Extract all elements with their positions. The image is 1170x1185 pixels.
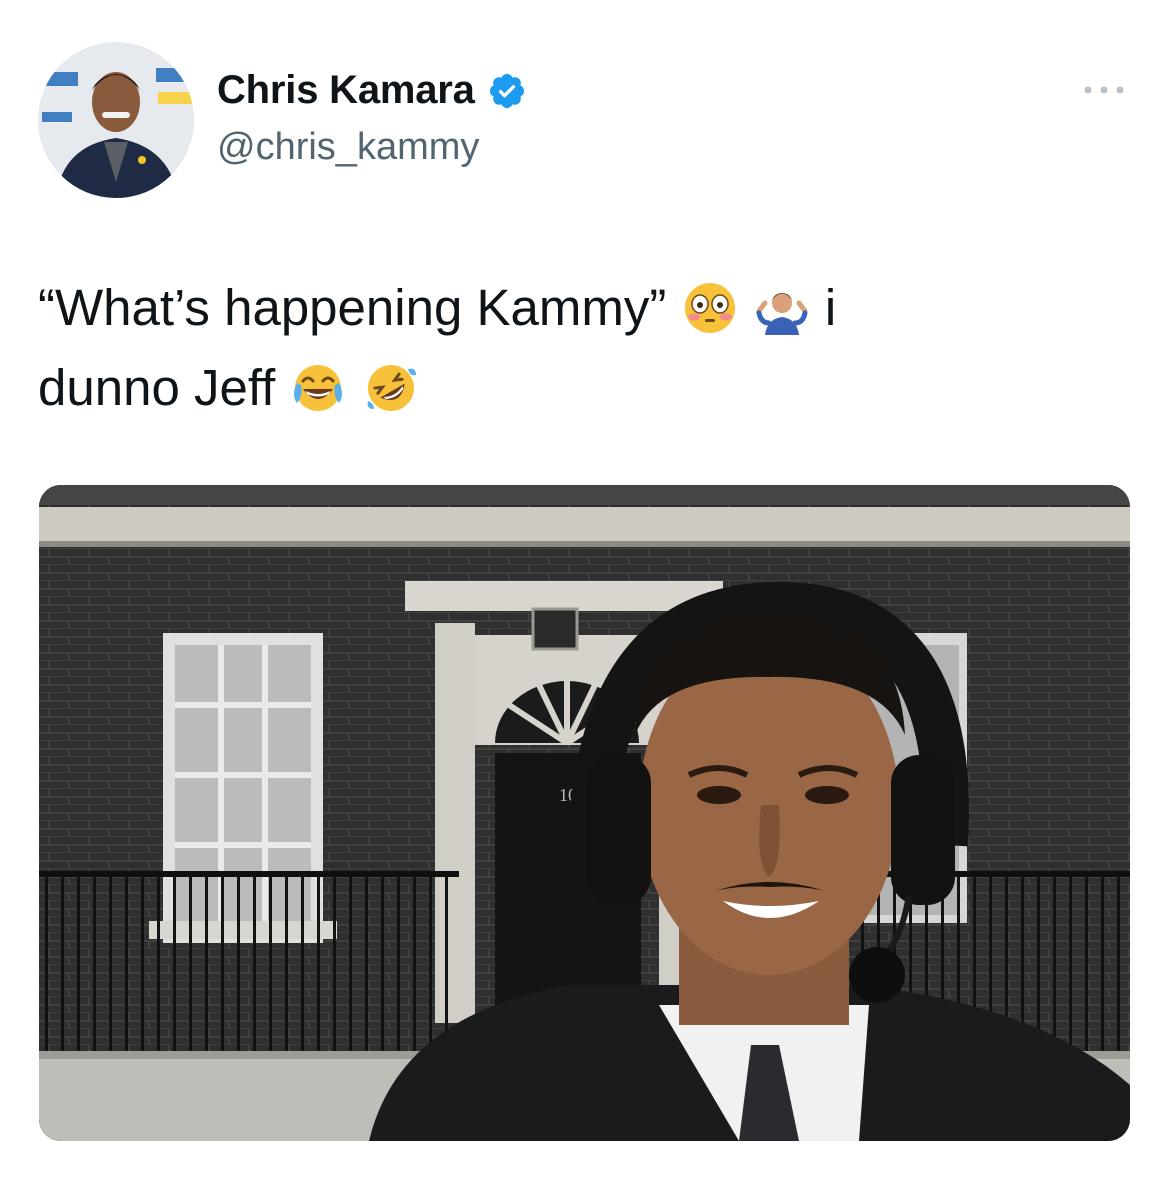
rolling-on-the-floor-laughing-icon [367,365,416,411]
verified-badge-icon [489,73,524,108]
author-handle[interactable]: @chris_kammy [217,126,479,169]
tweet-text-line1: “What’s happening Kammy” [38,279,667,336]
tweet-text-line2: dunno Jeff [38,359,276,416]
face-with-tears-of-joy-icon [294,365,343,411]
avatar[interactable] [38,42,194,198]
display-name[interactable]: Chris Kamara [217,68,475,113]
tweet-text: “What’s happening Kammy” i dunno Jeff [38,268,1128,428]
author-name-row[interactable]: Chris Kamara [217,68,527,113]
tweet-card: Chris Kamara @chris_kammy “What’s happen… [0,0,1170,1185]
ellipsis-icon[interactable] [1080,80,1128,100]
tweet-text-line1-suffix: i [824,279,837,336]
tweet-media-image[interactable]: 10 [39,485,1130,1141]
man-shrugging-icon [756,293,808,335]
flushed-face-icon [684,283,735,333]
